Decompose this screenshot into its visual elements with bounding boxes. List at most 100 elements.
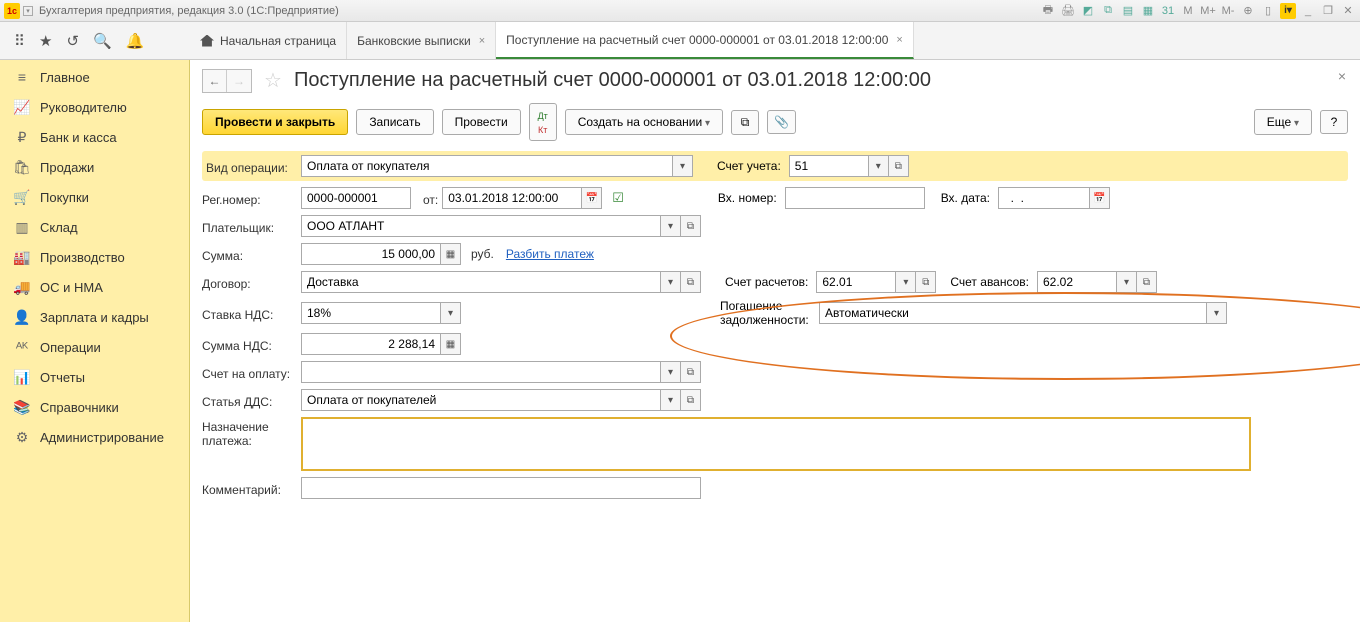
- sidebar-icon: 🛍: [14, 159, 30, 175]
- open-icon[interactable]: ⧉: [681, 361, 701, 383]
- sidebar-icon: 📚: [14, 399, 30, 415]
- close-icon[interactable]: ✕: [1340, 3, 1356, 19]
- open-icon[interactable]: ⧉: [681, 215, 701, 237]
- debt-input[interactable]: [819, 302, 1207, 324]
- sys-mplus-icon[interactable]: M+: [1200, 3, 1216, 19]
- sidebar-item-5[interactable]: ▥Склад: [0, 212, 189, 242]
- sys-calendar-icon[interactable]: ▦: [1140, 3, 1156, 19]
- in-date-input[interactable]: [998, 187, 1090, 209]
- sidebar: ≡Главное📈Руководителю₽Банк и касса🛍Прода…: [0, 60, 190, 622]
- vat-sum-input[interactable]: [301, 333, 441, 355]
- sidebar-item-6[interactable]: 🏭Производство: [0, 242, 189, 272]
- sidebar-item-12[interactable]: ⚙Администрирование: [0, 422, 189, 452]
- post-and-close-button[interactable]: Провести и закрыть: [202, 109, 348, 135]
- sidebar-icon: 🛒: [14, 189, 30, 205]
- sys-print-icon[interactable]: 🖨: [1060, 3, 1076, 19]
- sys-m-icon[interactable]: M: [1180, 3, 1196, 19]
- dropdown-icon[interactable]: ▾: [661, 271, 681, 293]
- app-menu-dropdown[interactable]: ▾: [23, 6, 33, 16]
- sidebar-item-7[interactable]: 🚚ОС и НМА: [0, 272, 189, 302]
- calculator-icon[interactable]: ▦: [441, 333, 461, 355]
- sidebar-item-0[interactable]: ≡Главное: [0, 62, 189, 92]
- dds-input[interactable]: [301, 389, 661, 411]
- tab-home[interactable]: Начальная страница: [190, 22, 347, 59]
- dropdown-icon[interactable]: ▾: [661, 361, 681, 383]
- tab-close-icon[interactable]: ×: [896, 34, 902, 46]
- payer-input[interactable]: [301, 215, 661, 237]
- nav-back-button[interactable]: ←: [203, 70, 227, 92]
- sidebar-item-3[interactable]: 🛍Продажи: [0, 152, 189, 182]
- invoice-input[interactable]: [301, 361, 661, 383]
- structure-button[interactable]: ⧉: [731, 110, 759, 135]
- create-based-button[interactable]: Создать на основании: [565, 109, 723, 135]
- split-payment-link[interactable]: Разбить платеж: [506, 247, 594, 261]
- open-icon[interactable]: ⧉: [681, 271, 701, 293]
- post-button[interactable]: Провести: [442, 109, 521, 135]
- dropdown-icon[interactable]: ▾: [441, 302, 461, 324]
- sys-save-icon[interactable]: 🖶: [1040, 3, 1056, 19]
- dropdown-icon[interactable]: ▾: [1117, 271, 1137, 293]
- bell-icon[interactable]: 🔔: [126, 32, 145, 50]
- more-button[interactable]: Еще: [1254, 109, 1312, 135]
- comment-input[interactable]: [301, 477, 701, 499]
- favorite-icon[interactable]: ★: [39, 32, 52, 50]
- tab-receipt[interactable]: Поступление на расчетный счет 0000-00000…: [496, 22, 914, 59]
- sys-date-icon[interactable]: 31: [1160, 3, 1176, 19]
- contract-input[interactable]: [301, 271, 661, 293]
- sys-compare-icon[interactable]: ⧉: [1100, 3, 1116, 19]
- dropdown-icon[interactable]: ▾: [869, 155, 889, 177]
- sidebar-icon: ₽: [14, 129, 30, 145]
- vat-rate-input[interactable]: [301, 302, 441, 324]
- date-input[interactable]: [442, 187, 582, 209]
- sum-input[interactable]: [301, 243, 441, 265]
- favorite-star-icon[interactable]: ☆: [264, 68, 282, 93]
- open-icon[interactable]: ⧉: [681, 389, 701, 411]
- save-button[interactable]: Записать: [356, 109, 433, 135]
- sidebar-icon: ᴬᴷ: [14, 339, 30, 355]
- op-type-input[interactable]: [301, 155, 673, 177]
- reg-no-input[interactable]: [301, 187, 411, 209]
- dropdown-icon[interactable]: ▾: [661, 215, 681, 237]
- sys-zoom-icon[interactable]: ⊕: [1240, 3, 1256, 19]
- sidebar-item-10[interactable]: 📊Отчеты: [0, 362, 189, 392]
- sidebar-item-9[interactable]: ᴬᴷОперации: [0, 332, 189, 362]
- sidebar-item-8[interactable]: 👤Зарплата и кадры: [0, 302, 189, 332]
- advance-acc-input[interactable]: [1037, 271, 1117, 293]
- tab-close-icon[interactable]: ×: [479, 35, 485, 47]
- in-no-input[interactable]: [785, 187, 925, 209]
- account-label: Счет учета:: [717, 159, 785, 173]
- account-input[interactable]: [789, 155, 869, 177]
- sys-mminus-icon[interactable]: M-: [1220, 3, 1236, 19]
- calendar-icon[interactable]: 📅: [582, 187, 602, 209]
- dropdown-icon[interactable]: ▾: [673, 155, 693, 177]
- comment-label: Комментарий:: [202, 480, 297, 497]
- minimize-icon[interactable]: _: [1300, 3, 1316, 19]
- apps-icon[interactable]: ⠿: [14, 32, 25, 50]
- sidebar-item-11[interactable]: 📚Справочники: [0, 392, 189, 422]
- tab-bank-statements[interactable]: Банковские выписки×: [347, 22, 496, 59]
- sys-doc-icon[interactable]: ◩: [1080, 3, 1096, 19]
- dropdown-icon[interactable]: ▾: [896, 271, 916, 293]
- sys-calc-icon[interactable]: ▤: [1120, 3, 1136, 19]
- history-icon[interactable]: ↺: [66, 32, 79, 50]
- sidebar-item-1[interactable]: 📈Руководителю: [0, 92, 189, 122]
- sidebar-item-4[interactable]: 🛒Покупки: [0, 182, 189, 212]
- attach-button[interactable]: 📎: [767, 110, 796, 134]
- sidebar-item-2[interactable]: ₽Банк и касса: [0, 122, 189, 152]
- sys-info-icon[interactable]: i▾: [1280, 3, 1296, 19]
- purpose-textarea[interactable]: [301, 417, 1251, 471]
- dropdown-icon[interactable]: ▾: [1207, 302, 1227, 324]
- open-icon[interactable]: ⧉: [889, 155, 909, 177]
- dtkt-button[interactable]: ДтКт: [529, 103, 557, 141]
- settle-acc-input[interactable]: [816, 271, 896, 293]
- page-close-icon[interactable]: ×: [1338, 68, 1346, 84]
- calendar-icon[interactable]: 📅: [1090, 187, 1110, 209]
- sys-panel-icon[interactable]: ▯: [1260, 3, 1276, 19]
- help-button[interactable]: ?: [1320, 110, 1348, 134]
- restore-icon[interactable]: ❐: [1320, 3, 1336, 19]
- open-icon[interactable]: ⧉: [1137, 271, 1157, 293]
- calculator-icon[interactable]: ▦: [441, 243, 461, 265]
- search-icon[interactable]: 🔍: [93, 32, 112, 50]
- dropdown-icon[interactable]: ▾: [661, 389, 681, 411]
- open-icon[interactable]: ⧉: [916, 271, 936, 293]
